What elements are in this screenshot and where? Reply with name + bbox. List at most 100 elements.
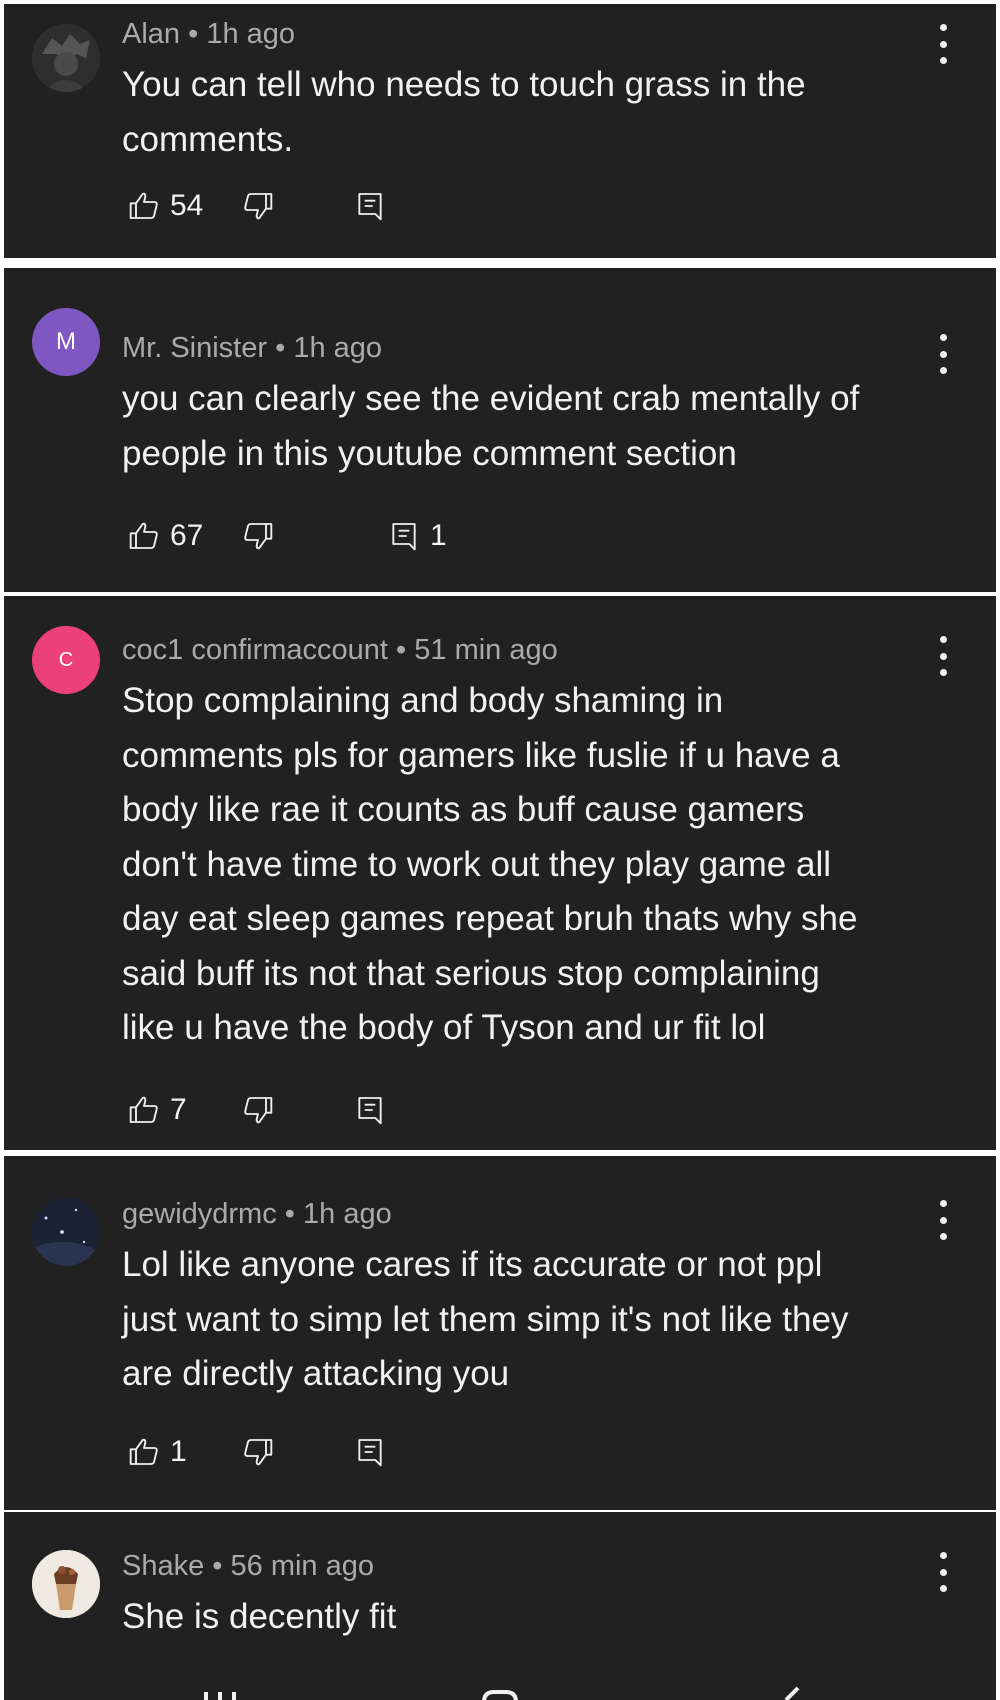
reply-button[interactable] bbox=[354, 186, 396, 226]
more-vert-icon[interactable] bbox=[938, 1552, 948, 1592]
system-navigation-bar bbox=[4, 1684, 996, 1700]
thumb-up-icon bbox=[129, 1096, 158, 1123]
avatar[interactable] bbox=[32, 24, 100, 92]
dislike-button[interactable] bbox=[242, 516, 274, 556]
thumb-down-icon bbox=[244, 1097, 273, 1124]
avatar[interactable]: M bbox=[32, 308, 100, 376]
comment-text-line: are directly attacking you bbox=[122, 1354, 510, 1393]
comment-text-line: comments. bbox=[122, 119, 294, 159]
comment-text-line: like u have the body of Tyson and ur fit… bbox=[122, 1008, 766, 1047]
comment-card: gewidydrmc • 1h ago Lol like anyone care… bbox=[4, 1156, 996, 1510]
more-vert-icon[interactable] bbox=[938, 636, 948, 676]
thumb-up-icon bbox=[129, 1438, 158, 1465]
comment-text-line: day eat sleep games repeat bruh thats wh… bbox=[122, 899, 858, 938]
avatar[interactable] bbox=[32, 1198, 100, 1266]
avatar-letter: M bbox=[56, 328, 76, 355]
recent-apps-glyph-icon bbox=[204, 1692, 236, 1700]
comment-actions: 7 bbox=[128, 1090, 448, 1130]
comment-meta: Alan • 1h ago bbox=[122, 18, 295, 51]
author-name[interactable]: Shake bbox=[122, 1550, 204, 1582]
recent-apps-icon[interactable] bbox=[200, 1688, 244, 1700]
comment-icon bbox=[358, 193, 382, 221]
comment-text-line: you can clearly see the evident crab men… bbox=[122, 379, 860, 418]
comment-text-line: comments pls for gamers like fuslie if u… bbox=[122, 735, 840, 775]
comment-text-line: just want to simp let them simp it's not… bbox=[122, 1299, 849, 1339]
comment-actions: 67 1 bbox=[128, 516, 448, 556]
avatar-image-icon bbox=[32, 24, 100, 92]
comment-text-line: She is decently fit bbox=[122, 1597, 397, 1636]
like-count: 1 bbox=[170, 1435, 187, 1468]
reply-button[interactable]: 1 bbox=[388, 516, 447, 556]
comment-card: Alan • 1h ago You can tell who needs to … bbox=[4, 4, 996, 258]
comment-meta: Shake • 56 min ago bbox=[122, 1550, 374, 1583]
comment-icon bbox=[358, 1439, 382, 1467]
thumb-up-icon bbox=[129, 192, 158, 219]
avatar-image-icon bbox=[32, 1550, 100, 1618]
comment-actions: 1 bbox=[128, 1432, 448, 1472]
comment-time: 56 min ago bbox=[230, 1550, 375, 1582]
dislike-button[interactable] bbox=[242, 1090, 274, 1130]
comment-meta: gewidydrmc • 1h ago bbox=[122, 1198, 392, 1231]
avatar-image-icon bbox=[32, 1198, 100, 1266]
comment-meta: coc1 confirmaccount • 51 min ago bbox=[122, 634, 558, 667]
comment-icon bbox=[392, 523, 416, 551]
dislike-button[interactable] bbox=[242, 186, 274, 226]
avatar-letter: C bbox=[58, 648, 74, 671]
like-button[interactable]: 54 bbox=[128, 186, 203, 226]
like-count: 54 bbox=[170, 189, 204, 222]
reply-button[interactable] bbox=[354, 1432, 396, 1472]
meta-separator: • bbox=[212, 1550, 223, 1582]
back-icon[interactable] bbox=[774, 1686, 804, 1700]
comment-text-line: people in this youtube comment section bbox=[122, 433, 737, 473]
thumb-down-icon bbox=[244, 1439, 273, 1466]
author-name[interactable]: Mr. Sinister bbox=[122, 332, 267, 364]
meta-separator: • bbox=[396, 634, 407, 666]
home-icon[interactable] bbox=[478, 1688, 522, 1700]
comment-text-line: You can tell who needs to touch grass in… bbox=[122, 65, 806, 104]
avatar[interactable]: C bbox=[32, 626, 100, 694]
home-glyph-icon bbox=[482, 1690, 518, 1700]
comment-card: Shake • 56 min ago She is decently fit bbox=[4, 1512, 996, 1684]
more-vert-icon[interactable] bbox=[938, 334, 948, 374]
comment-time: 51 min ago bbox=[414, 634, 558, 666]
like-count: 67 bbox=[170, 519, 204, 552]
comment-text-line: said buff its not that serious stop comp… bbox=[122, 953, 820, 993]
comment-time: 1h ago bbox=[206, 18, 296, 50]
like-button[interactable]: 7 bbox=[128, 1090, 187, 1130]
like-button[interactable]: 67 bbox=[128, 516, 203, 556]
comment-time: 1h ago bbox=[303, 1198, 392, 1230]
meta-separator: • bbox=[284, 1198, 295, 1230]
meta-separator: • bbox=[275, 332, 286, 364]
dislike-button[interactable] bbox=[242, 1432, 274, 1472]
like-button[interactable]: 1 bbox=[128, 1432, 187, 1472]
comment-text: you can clearly see the evident crab men… bbox=[122, 372, 932, 481]
comment-time: 1h ago bbox=[293, 332, 383, 364]
thumb-up-icon bbox=[129, 522, 158, 549]
reply-count: 1 bbox=[430, 519, 447, 552]
author-name[interactable]: Alan bbox=[122, 18, 180, 50]
comment-text-line: don't have time to work out they play ga… bbox=[122, 844, 832, 884]
comment-text: She is decently fit bbox=[122, 1590, 932, 1645]
comment-card: C coc1 confirmaccount • 51 min ago Stop … bbox=[4, 596, 996, 1150]
comment-meta: Mr. Sinister • 1h ago bbox=[122, 332, 382, 365]
comment-text-line: body like rae it counts as buff cause ga… bbox=[122, 790, 805, 829]
meta-separator: • bbox=[188, 18, 199, 50]
comment-icon bbox=[358, 1097, 382, 1125]
thumb-down-icon bbox=[244, 523, 273, 550]
avatar[interactable] bbox=[32, 1550, 100, 1618]
author-name[interactable]: gewidydrmc bbox=[122, 1198, 277, 1230]
comment-text-line: Lol like anyone cares if its accurate or… bbox=[122, 1245, 823, 1284]
like-count: 7 bbox=[170, 1093, 187, 1126]
thumb-down-icon bbox=[244, 193, 273, 220]
comment-actions: 54 bbox=[128, 186, 448, 226]
comment-card: M Mr. Sinister • 1h ago you can clearly … bbox=[4, 268, 996, 592]
more-vert-icon[interactable] bbox=[938, 1200, 948, 1240]
author-name[interactable]: coc1 confirmaccount bbox=[122, 634, 388, 666]
comment-text: Lol like anyone cares if its accurate or… bbox=[122, 1238, 932, 1402]
comment-text: Stop complaining and body shaming in com… bbox=[122, 674, 932, 1056]
comment-text: You can tell who needs to touch grass in… bbox=[122, 58, 932, 167]
back-glyph-icon bbox=[784, 1686, 800, 1700]
comment-text-line: Stop complaining and body shaming in bbox=[122, 681, 724, 720]
reply-button[interactable] bbox=[354, 1090, 396, 1130]
more-vert-icon[interactable] bbox=[938, 24, 948, 64]
